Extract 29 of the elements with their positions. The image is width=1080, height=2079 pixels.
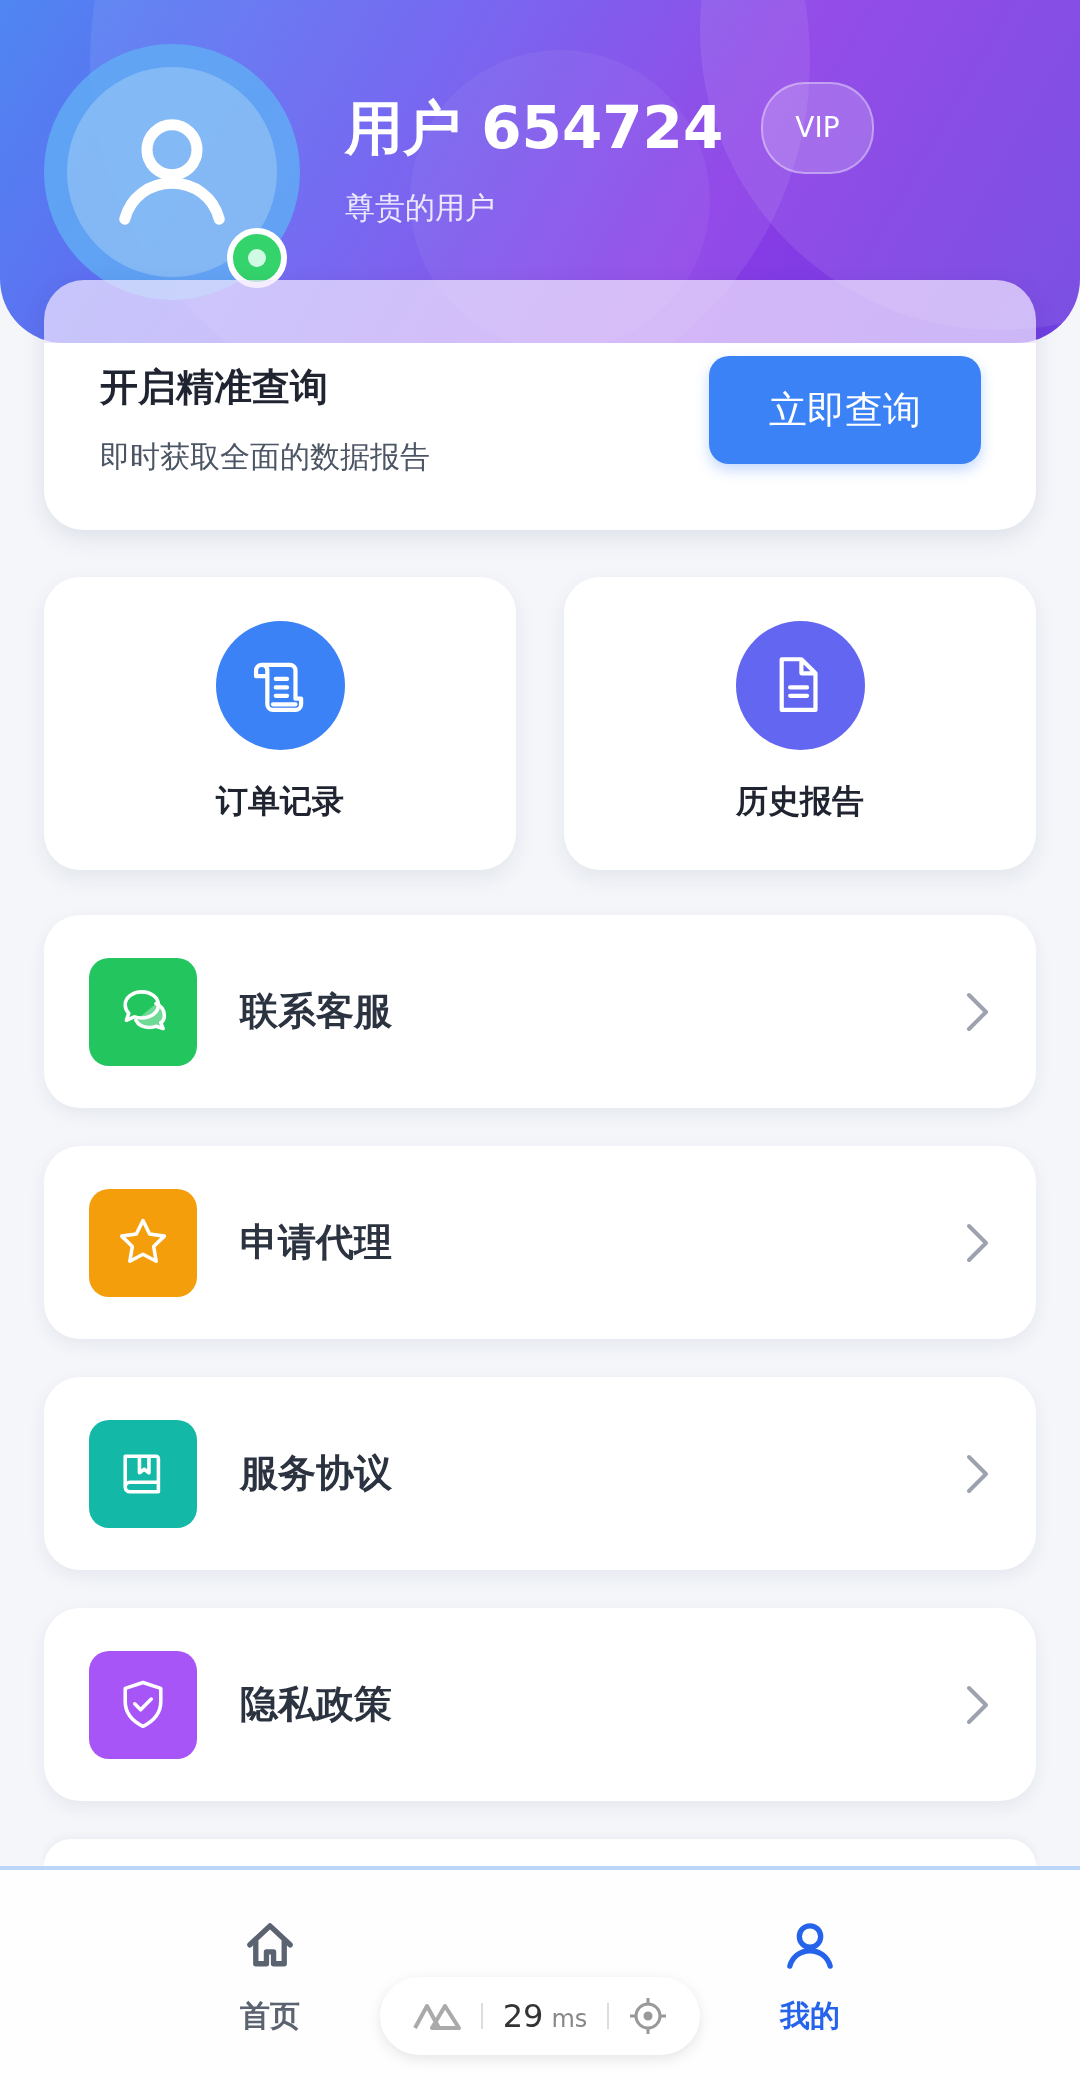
chevron-right-icon [965,1452,991,1495]
card-subtitle: 即时获取全面的数据报告 [100,438,431,476]
menu-item[interactable]: 服务协议 [44,1377,1036,1570]
latency-value: 29 [502,1997,544,2035]
menu-item[interactable]: 申请代理 [44,1146,1036,1339]
latency-unit: ms [551,2005,588,2033]
menu-label: 隐私政策 [240,1681,393,1728]
query-button[interactable]: 立即查询 [709,356,981,464]
menu-item[interactable]: 联系客服 [44,915,1036,1108]
shortcut-label: 历史报告 [736,781,864,822]
menu-label: 服务协议 [240,1450,393,1497]
shortcut-card[interactable]: 订单记录 [44,577,516,870]
tab[interactable]: 我的 [750,1874,870,2044]
chevron-right-icon [965,1683,991,1726]
card-title: 开启精准查询 [100,364,329,411]
debug-pill[interactable]: 29 ms [380,1977,700,2055]
shortcut-card[interactable]: 历史报告 [564,577,1036,870]
menu-label: 申请代理 [240,1219,393,1266]
mountain-logo-icon [411,2001,462,2031]
chevron-right-icon [965,1221,991,1264]
vip-badge: VIP [761,82,874,174]
user-subtitle: 尊贵的用户 [345,189,496,227]
shortcut-label: 订单记录 [216,781,344,822]
tab[interactable]: 首页 [210,1874,330,2044]
user-name: 用户 654724 [345,93,724,164]
menu-item[interactable]: 隐私政策 [44,1608,1036,1801]
crosshair-icon[interactable] [628,1996,669,2036]
menu-label: 联系客服 [240,988,393,1035]
chevron-right-icon [965,990,991,1033]
